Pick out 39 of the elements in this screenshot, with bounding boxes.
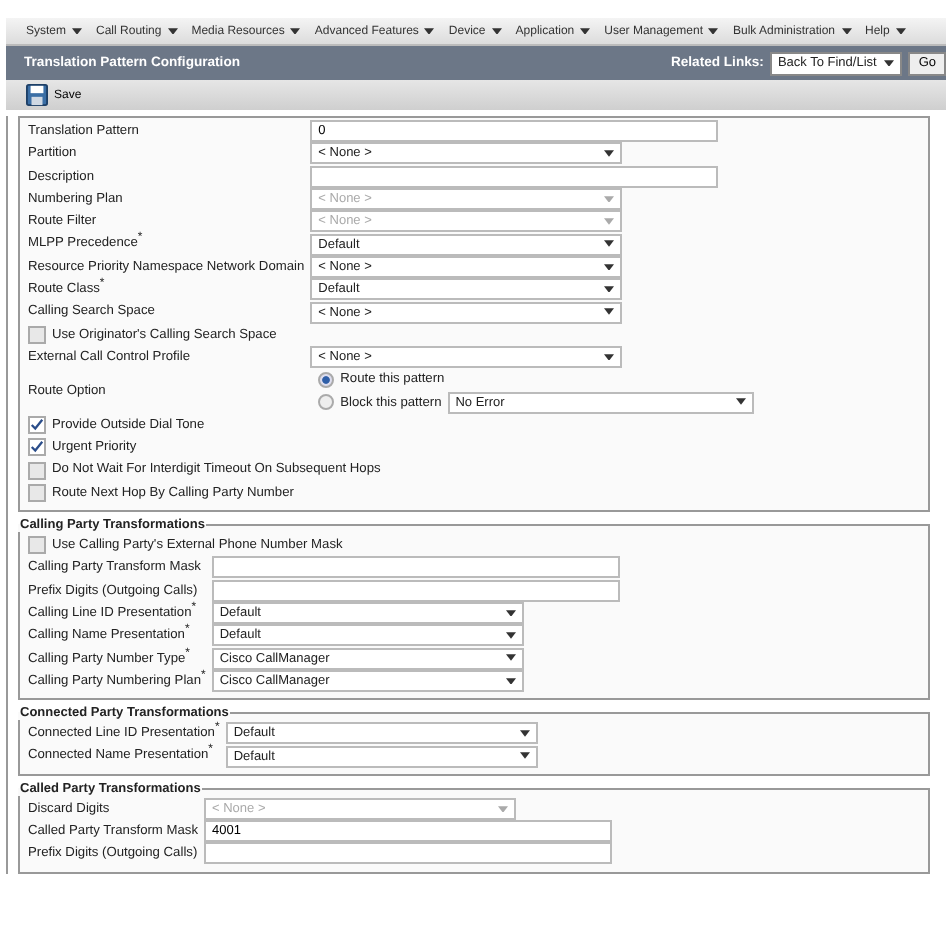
radio-button[interactable] bbox=[318, 371, 335, 388]
input-field[interactable] bbox=[211, 556, 620, 579]
radio-button[interactable] bbox=[318, 394, 335, 411]
caret-icon bbox=[505, 677, 516, 685]
caret-icon bbox=[708, 27, 719, 35]
caret-icon bbox=[735, 398, 746, 406]
checkbox[interactable] bbox=[28, 536, 46, 555]
input-field[interactable] bbox=[204, 842, 613, 865]
caret-icon bbox=[519, 752, 530, 760]
caret-icon bbox=[72, 27, 83, 35]
caret-icon bbox=[580, 27, 591, 35]
caret-icon bbox=[290, 27, 301, 35]
caret-icon bbox=[604, 353, 615, 361]
caret-icon bbox=[604, 195, 615, 203]
caret-icon bbox=[505, 654, 516, 662]
caret-icon bbox=[505, 632, 516, 640]
input-field[interactable] bbox=[211, 579, 620, 602]
caret-icon bbox=[604, 240, 615, 248]
caret-icon bbox=[884, 59, 895, 67]
caret-icon bbox=[491, 27, 502, 35]
caret-icon bbox=[505, 609, 516, 617]
caret-icon bbox=[604, 263, 615, 271]
input-field[interactable] bbox=[310, 165, 719, 188]
caret-icon bbox=[498, 805, 509, 813]
caret-icon bbox=[604, 308, 615, 316]
checkbox[interactable] bbox=[28, 461, 46, 480]
checkbox[interactable] bbox=[28, 483, 46, 502]
checkbox[interactable] bbox=[28, 416, 46, 434]
caret-icon bbox=[841, 27, 852, 35]
caret-icon bbox=[604, 150, 615, 158]
caret-icon bbox=[167, 27, 178, 35]
caret-icon bbox=[424, 27, 435, 35]
caret-icon bbox=[519, 730, 530, 738]
save-icon[interactable] bbox=[26, 84, 48, 106]
caret-icon bbox=[895, 27, 906, 35]
caret-icon bbox=[604, 218, 615, 226]
checkbox[interactable] bbox=[28, 438, 46, 457]
caret-icon bbox=[604, 285, 615, 293]
checkbox[interactable] bbox=[28, 325, 46, 344]
